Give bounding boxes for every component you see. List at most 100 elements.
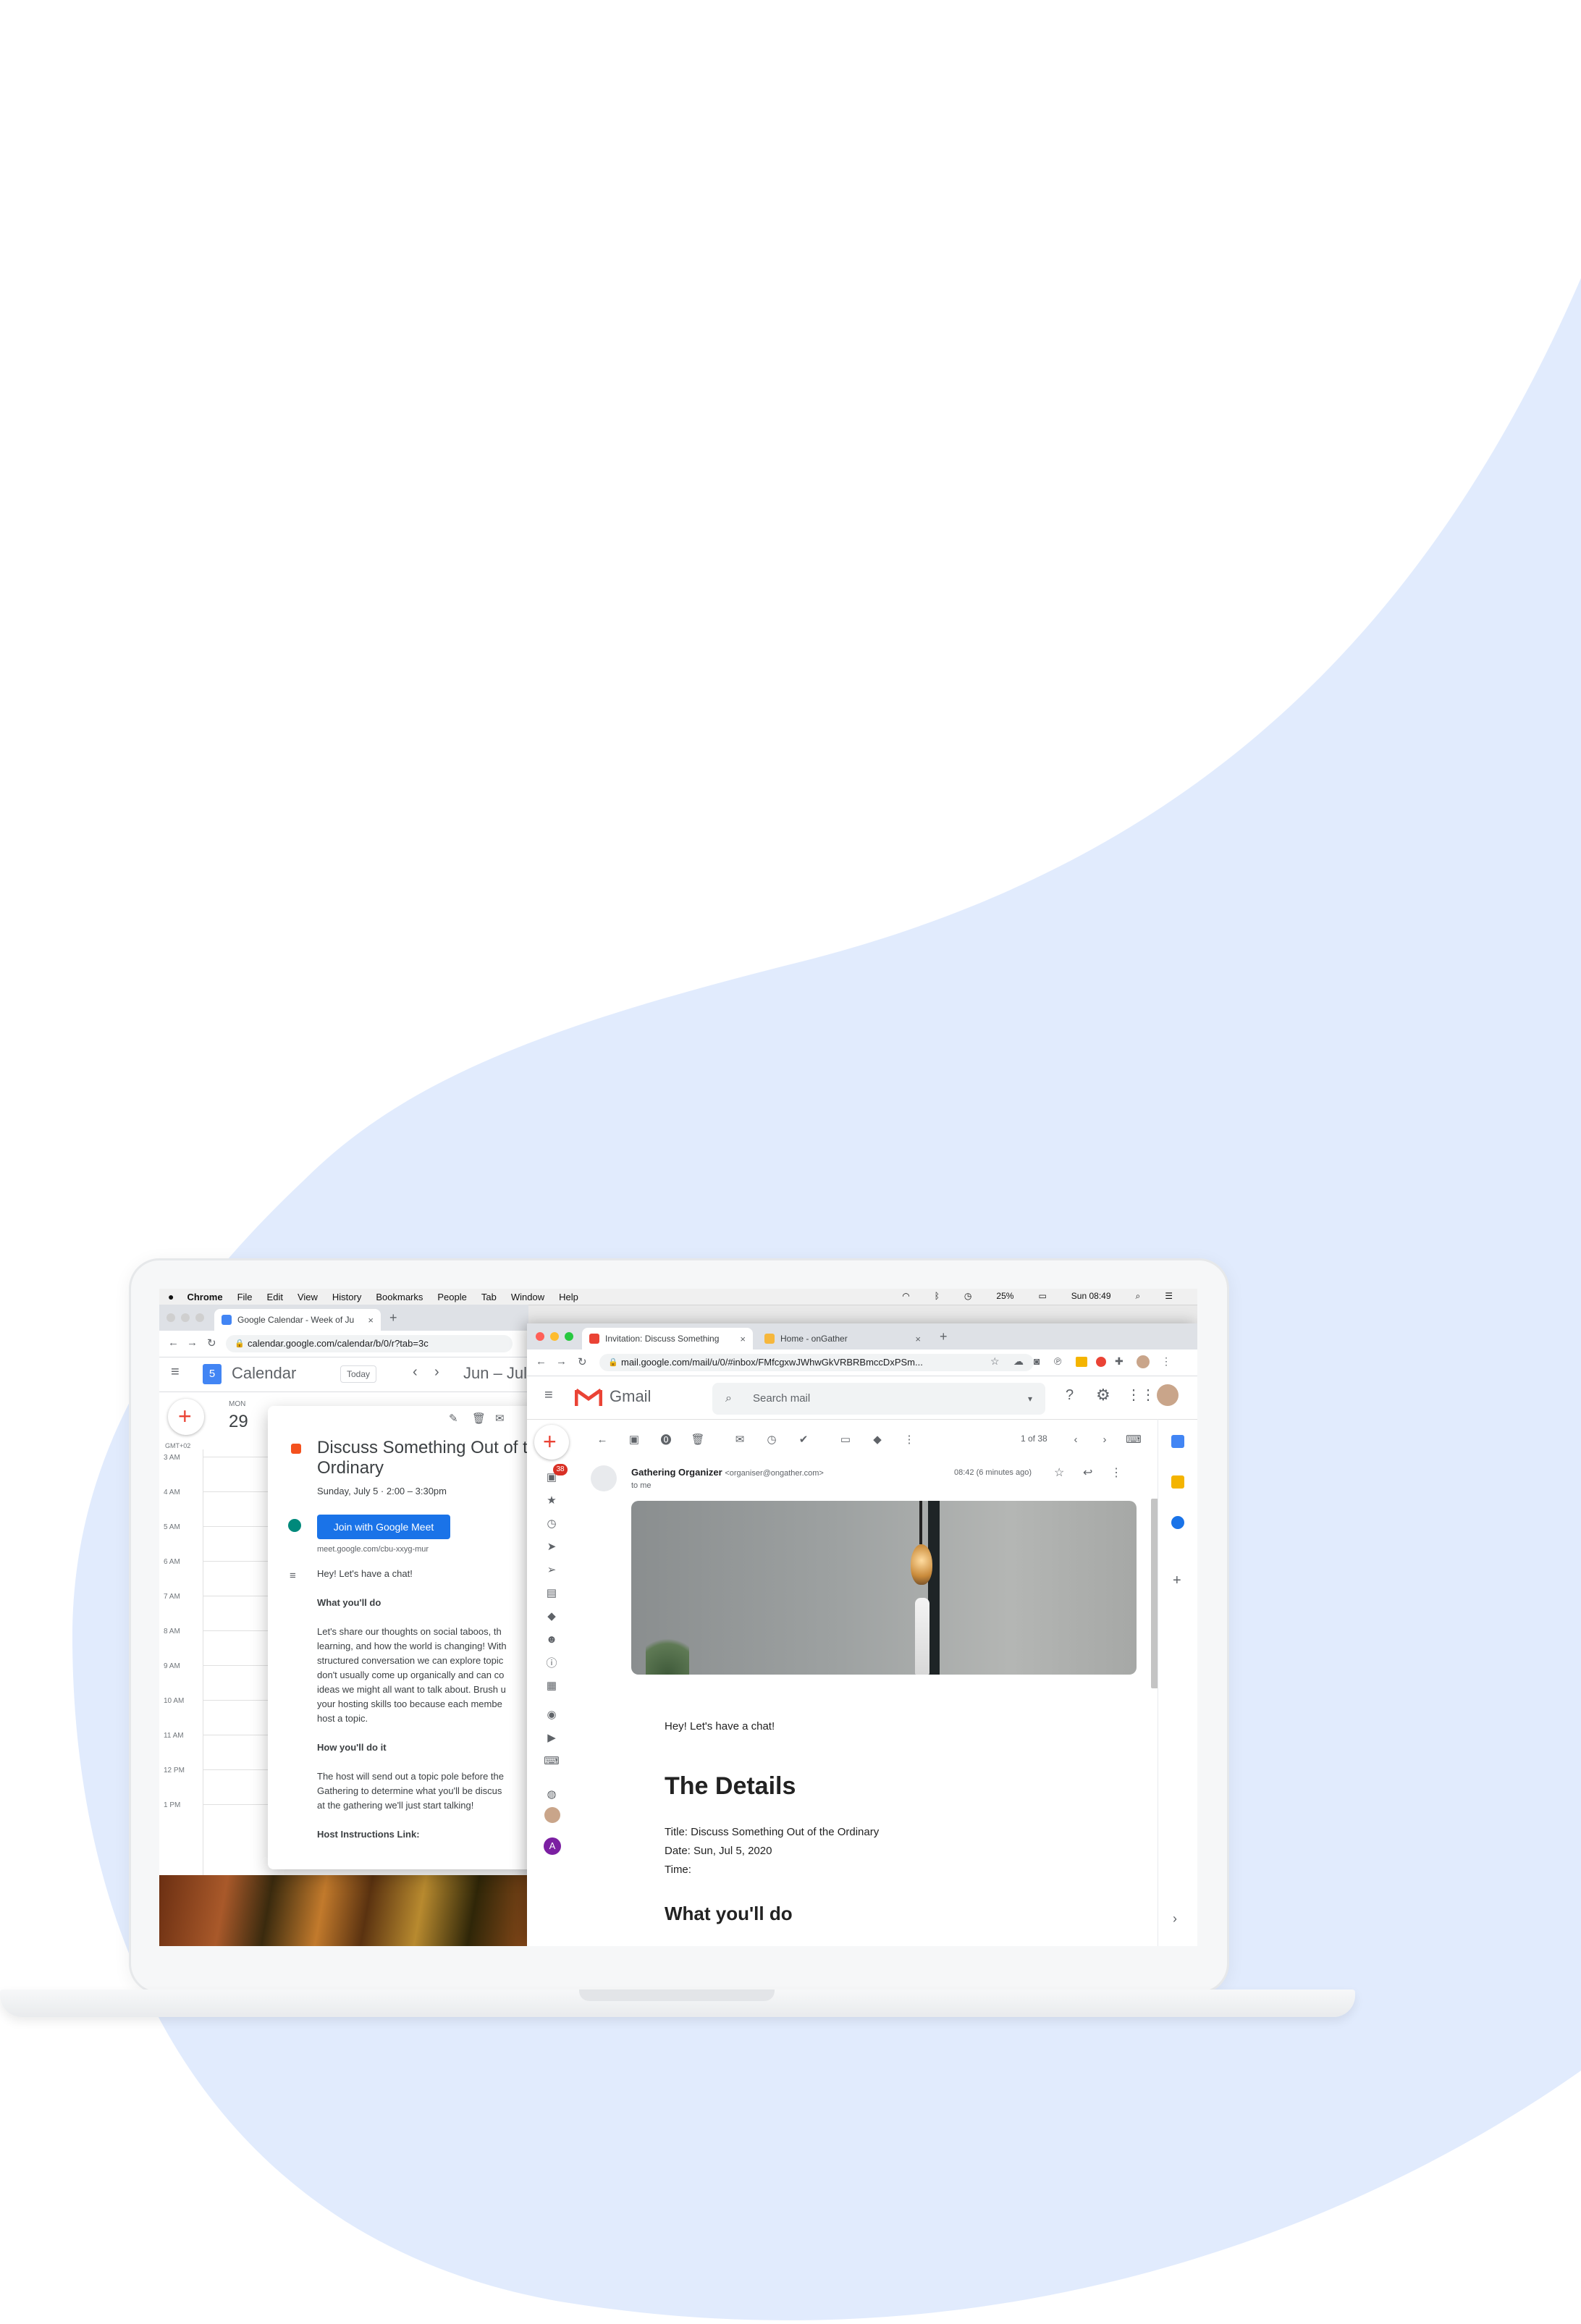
tab-home-ongather[interactable]: Home - onGather × bbox=[757, 1328, 928, 1350]
menubar-clock[interactable]: Sun 08:49 bbox=[1071, 1291, 1111, 1302]
tasks-addon-icon[interactable] bbox=[1171, 1516, 1184, 1529]
settings-gear-icon[interactable]: ⚙ bbox=[1096, 1386, 1110, 1405]
extension-cloud-icon[interactable]: ☁ bbox=[1013, 1355, 1024, 1368]
create-event-button[interactable]: + bbox=[168, 1399, 204, 1435]
search-mail-field[interactable]: ⌕ Search mail ▾ bbox=[712, 1383, 1045, 1415]
menu-history[interactable]: History bbox=[332, 1292, 361, 1302]
move-to-icon[interactable]: ▭ bbox=[838, 1432, 853, 1447]
input-tools-icon[interactable]: ⌨ bbox=[1126, 1432, 1142, 1447]
extension-notes-icon[interactable] bbox=[1076, 1357, 1087, 1367]
forward-icon[interactable]: → bbox=[187, 1336, 198, 1349]
account-avatar[interactable] bbox=[1157, 1384, 1179, 1406]
menu-view[interactable]: View bbox=[298, 1292, 318, 1302]
control-center-icon[interactable]: ☰ bbox=[1165, 1291, 1173, 1302]
compose-button[interactable]: + bbox=[534, 1425, 569, 1460]
get-addons-plus-icon[interactable]: + bbox=[1173, 1573, 1181, 1589]
battery-percent[interactable]: 25% bbox=[996, 1291, 1013, 1302]
close-tab-icon[interactable]: × bbox=[740, 1334, 746, 1344]
minimize-window-button[interactable] bbox=[181, 1313, 190, 1322]
close-window-button[interactable] bbox=[166, 1313, 175, 1322]
important-icon[interactable]: ➤ bbox=[544, 1539, 559, 1554]
back-icon[interactable]: ← bbox=[536, 1355, 547, 1368]
mark-unread-icon[interactable]: ✉ bbox=[733, 1432, 747, 1447]
chat-icon[interactable]: ◍ bbox=[544, 1787, 559, 1801]
new-tab-icon[interactable]: + bbox=[940, 1329, 948, 1344]
next-week-icon[interactable]: › bbox=[434, 1364, 439, 1381]
close-tab-icon[interactable]: × bbox=[368, 1315, 374, 1326]
extension-red-icon[interactable] bbox=[1096, 1357, 1106, 1367]
delete-icon[interactable]: 🗑 bbox=[691, 1432, 705, 1447]
sent-icon[interactable]: ➢ bbox=[544, 1562, 559, 1577]
calendar-url-field[interactable]: 🔒 calendar.google.com/calendar/b/0/r?tab… bbox=[226, 1335, 513, 1352]
minimize-window-button[interactable] bbox=[550, 1332, 559, 1341]
menu-edit[interactable]: Edit bbox=[267, 1292, 283, 1302]
tab-gmail-invitation[interactable]: Invitation: Discuss Something × bbox=[582, 1328, 753, 1350]
menu-people[interactable]: People bbox=[437, 1292, 466, 1302]
forums-icon[interactable]: ▦ bbox=[544, 1678, 559, 1693]
join-google-meet-button[interactable]: Join with Google Meet bbox=[317, 1515, 450, 1539]
older-icon[interactable]: › bbox=[1097, 1432, 1112, 1447]
snooze-icon[interactable]: ◷ bbox=[764, 1432, 779, 1447]
menu-file[interactable]: File bbox=[237, 1292, 253, 1302]
extension-camera-icon[interactable]: ◙ bbox=[1034, 1355, 1040, 1367]
menu-bookmarks[interactable]: Bookmarks bbox=[376, 1292, 423, 1302]
reload-icon[interactable]: ↻ bbox=[578, 1355, 587, 1368]
spotlight-icon[interactable]: ⌕ bbox=[1136, 1291, 1141, 1302]
main-menu-icon[interactable]: ≡ bbox=[171, 1364, 180, 1381]
profile-avatar-icon[interactable] bbox=[1137, 1355, 1150, 1368]
hangouts-icon[interactable]: ◉ bbox=[544, 1707, 559, 1722]
apps-grid-icon[interactable]: ⋮⋮ bbox=[1126, 1386, 1155, 1404]
menu-window[interactable]: Window bbox=[511, 1292, 544, 1302]
forward-icon[interactable]: → bbox=[556, 1355, 567, 1368]
search-icon[interactable]: ⌕ bbox=[725, 1383, 732, 1415]
search-options-icon[interactable]: ▾ bbox=[1028, 1383, 1032, 1415]
account-letter-avatar[interactable]: A bbox=[544, 1837, 561, 1855]
zoom-window-button[interactable] bbox=[195, 1313, 204, 1322]
close-window-button[interactable] bbox=[536, 1332, 544, 1341]
day-number[interactable]: 29 bbox=[229, 1412, 248, 1432]
social-icon[interactable]: ☻ bbox=[544, 1632, 559, 1646]
close-tab-icon[interactable]: × bbox=[915, 1334, 921, 1344]
zoom-window-button[interactable] bbox=[565, 1332, 573, 1341]
help-icon[interactable]: ? bbox=[1066, 1387, 1074, 1404]
time-machine-icon[interactable]: ◷ bbox=[964, 1291, 971, 1302]
add-task-icon[interactable]: ✔ bbox=[796, 1432, 811, 1447]
meet-link[interactable]: meet.google.com/cbu-xxyg-mur bbox=[317, 1545, 429, 1554]
drafts-icon[interactable]: ▤ bbox=[544, 1586, 559, 1600]
back-to-inbox-icon[interactable]: ← bbox=[595, 1432, 610, 1447]
wifi-icon[interactable]: ◠ bbox=[902, 1291, 909, 1302]
message-more-icon[interactable]: ⋮ bbox=[1110, 1465, 1122, 1480]
archive-icon[interactable]: ▣ bbox=[627, 1432, 641, 1447]
menu-tab[interactable]: Tab bbox=[481, 1292, 497, 1302]
updates-icon[interactable]: ⓘ bbox=[544, 1655, 559, 1670]
labels-icon[interactable]: ◆ bbox=[870, 1432, 885, 1447]
more-options-icon[interactable]: ⋮ bbox=[902, 1432, 916, 1447]
chrome-menu-icon[interactable]: ⋮ bbox=[1161, 1355, 1171, 1368]
keyboard-icon[interactable]: ⌨ bbox=[544, 1753, 560, 1768]
snoozed-icon[interactable]: ◷ bbox=[544, 1516, 559, 1531]
menu-help[interactable]: Help bbox=[559, 1292, 578, 1302]
main-menu-icon[interactable]: ≡ bbox=[544, 1387, 553, 1404]
bluetooth-icon[interactable]: ᛒ bbox=[935, 1291, 940, 1302]
starred-icon[interactable]: ★ bbox=[544, 1493, 559, 1507]
back-icon[interactable]: ← bbox=[168, 1336, 179, 1349]
delete-icon[interactable]: 🗑 bbox=[472, 1412, 486, 1425]
recipient-details[interactable]: to me bbox=[631, 1481, 652, 1490]
tab-google-calendar[interactable]: Google Calendar - Week of Ju × bbox=[214, 1309, 381, 1331]
prev-week-icon[interactable]: ‹ bbox=[413, 1364, 418, 1381]
meet-video-icon[interactable]: ▶ bbox=[544, 1730, 559, 1745]
expand-panel-chevron-icon[interactable]: › bbox=[1173, 1911, 1177, 1927]
edit-icon[interactable]: ✎ bbox=[449, 1412, 458, 1425]
extension-pinterest-icon[interactable]: ℗ bbox=[1054, 1355, 1061, 1367]
reply-icon[interactable]: ↩ bbox=[1083, 1465, 1092, 1480]
label-icon[interactable]: ◆ bbox=[544, 1609, 559, 1623]
contact-avatar[interactable] bbox=[544, 1807, 560, 1823]
keep-addon-icon[interactable] bbox=[1171, 1475, 1184, 1489]
sender-avatar[interactable] bbox=[591, 1465, 617, 1491]
bookmark-star-icon[interactable]: ☆ bbox=[990, 1355, 1000, 1368]
email-guests-icon[interactable]: ✉ bbox=[495, 1412, 505, 1425]
new-tab-icon[interactable]: + bbox=[389, 1310, 397, 1326]
star-icon[interactable]: ☆ bbox=[1054, 1465, 1064, 1480]
today-button[interactable]: Today bbox=[340, 1365, 377, 1383]
extensions-puzzle-icon[interactable]: ✚ bbox=[1115, 1355, 1123, 1368]
